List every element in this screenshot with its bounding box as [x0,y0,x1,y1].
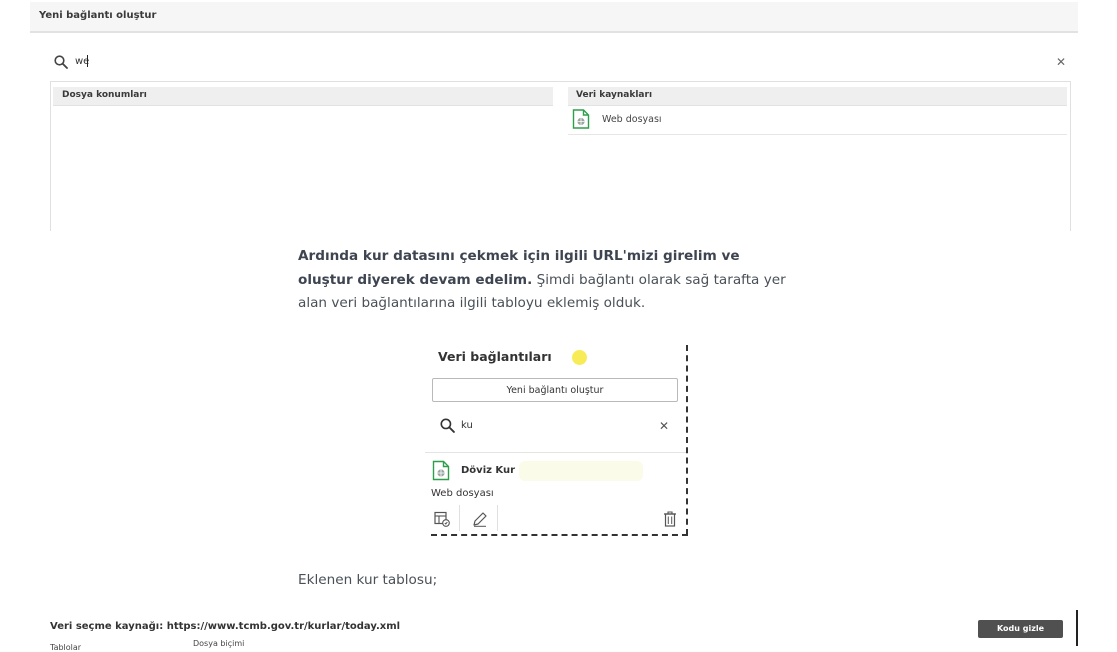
data-source-item[interactable]: Web dosyası [568,107,1067,135]
dialog-search-bar[interactable]: we ✕ [52,53,1068,73]
divider [459,505,460,531]
new-connection-button[interactable]: Yeni bağlantı oluştur [432,378,678,402]
panel-title: Veri bağlantıları [438,349,552,364]
search-icon [440,418,455,437]
connection-search-input[interactable]: ku [461,420,473,431]
data-source-url-label: Veri seçme kaynağı: https://www.tcmb.gov… [50,621,401,632]
caption-text: Eklenen kur tablosu; [298,572,438,588]
web-file-icon [572,109,590,133]
dialog-header: Yeni bağlantı oluştur [30,2,1078,33]
file-locations-header: Dosya konumları [53,87,553,106]
divider [497,505,498,531]
edit-icon[interactable] [471,510,491,528]
data-sources-header: Veri kaynakları [568,87,1067,106]
file-locations-label: Dosya konumları [62,90,147,100]
divider [425,452,686,453]
data-connections-panel: Veri bağlantıları Yeni bağlantı oluştur … [425,345,688,537]
dialog-title: Yeni bağlantı oluştur [39,10,157,21]
close-icon[interactable]: ✕ [1054,55,1068,69]
data-source-item-label: Web dosyası [602,114,662,125]
select-data-icon[interactable] [433,510,453,528]
text-caret [87,55,88,67]
name-highlight [519,461,643,481]
connection-name[interactable]: Döviz Kur [461,465,515,476]
article-paragraph: Ardında kur datasını çekmek için ilgili … [298,245,798,316]
delete-icon[interactable] [663,510,679,528]
connection-type: Web dosyası [431,488,494,499]
hide-code-button[interactable]: Kodu gizle [978,620,1063,638]
file-format-label: Dosya biçimi [193,639,245,648]
panel-dashed-border [431,534,688,536]
web-file-icon [432,460,450,485]
close-icon[interactable]: ✕ [657,419,671,433]
tables-label: Tablolar [50,643,82,652]
data-sources-label: Veri kaynakları [576,90,653,100]
panel-dashed-border [686,345,688,535]
cursor-highlight [572,350,587,365]
search-icon [54,54,68,73]
divider [1076,610,1078,646]
